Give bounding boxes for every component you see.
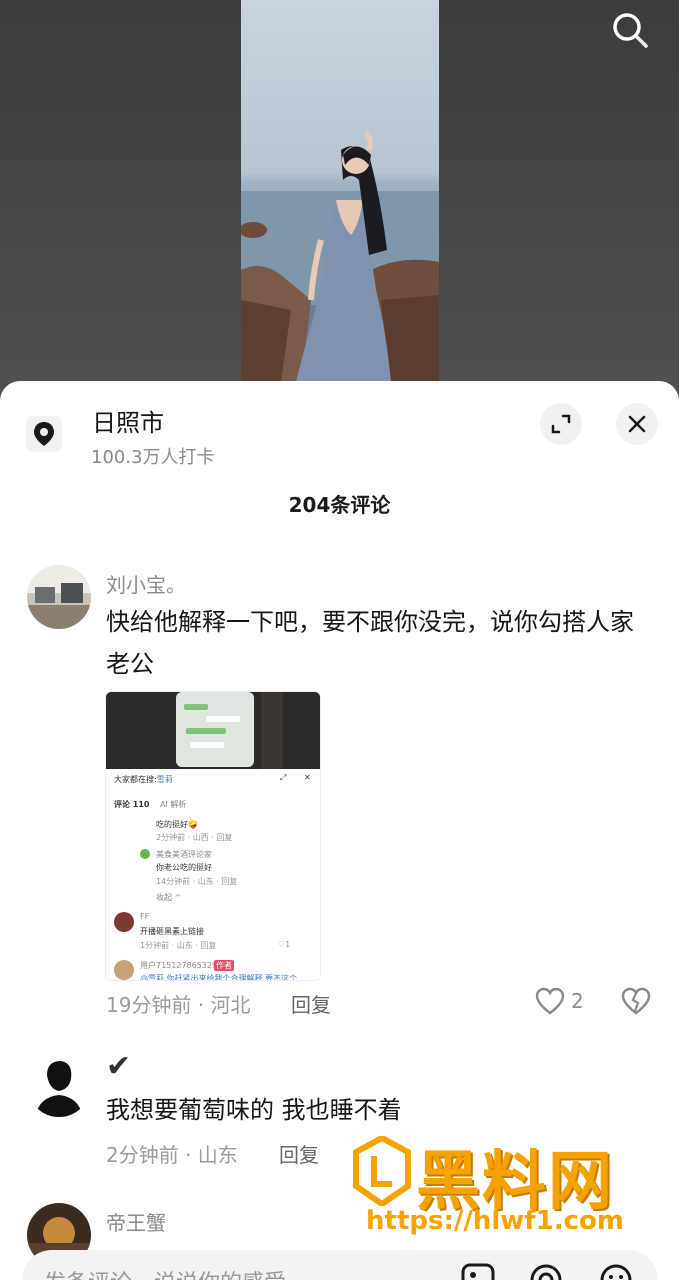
broken-heart-icon bbox=[621, 987, 651, 1015]
avatar[interactable] bbox=[27, 565, 91, 629]
reply-button[interactable]: 回复 bbox=[291, 989, 331, 1018]
thumb-like: ♡1 bbox=[278, 940, 291, 949]
thumb-avatar bbox=[140, 849, 150, 859]
expand-button[interactable] bbox=[540, 403, 582, 445]
comment-input-bar[interactable]: 发条评论，说说你的感受 bbox=[22, 1250, 658, 1280]
thumb-avatar bbox=[114, 912, 134, 932]
search-button[interactable] bbox=[606, 6, 654, 54]
location-name: 日照市 bbox=[92, 409, 164, 437]
thumb-search-prefix: 大家都在搜: bbox=[114, 775, 157, 784]
thumb-author-badge: 作者 bbox=[214, 960, 234, 971]
dislike-button[interactable] bbox=[621, 987, 651, 1015]
comment-meta: 19分钟前 · 河北 bbox=[106, 993, 251, 1017]
comment-text: 快给他解释一下吧，要不跟你没完，说你勾搭人家老公 bbox=[106, 608, 634, 678]
thumb-meta: 14分钟前 · 山东 · 回复 bbox=[156, 877, 238, 886]
thumb-user: 用户7151278653292 bbox=[140, 961, 223, 970]
watermark-url: https://hlwf1.com bbox=[366, 1206, 624, 1236]
thumb-close-icon: ✕ bbox=[304, 773, 311, 782]
mention-icon[interactable] bbox=[528, 1262, 564, 1280]
image-icon[interactable] bbox=[460, 1262, 496, 1280]
thumb-avatar bbox=[114, 960, 134, 980]
thumb-line: @雪莉 你赶紧出来给我个合理解释 要不这个 bbox=[140, 974, 298, 981]
thumbnail-comments: 大家都在搜:雪莉 ⤢ ✕ 评论 110 AI 解析 吃的挺好🤪 2分钟前 · 山… bbox=[106, 769, 320, 981]
location-checkins: 100.3万人打卡 bbox=[91, 447, 215, 468]
close-button[interactable] bbox=[616, 403, 658, 445]
thumb-user: 美食美酒评论家 bbox=[156, 850, 212, 859]
location-pin-icon bbox=[26, 416, 62, 452]
thumb-expand-icon: ⤢ bbox=[280, 773, 287, 782]
thumb-tab-ai: AI 解析 bbox=[160, 800, 187, 809]
thumb-line: 开播砸黑素上链接 bbox=[140, 927, 204, 936]
thumbnail-photo bbox=[106, 692, 320, 769]
thumb-line: 吃的挺好🤪 bbox=[156, 820, 198, 829]
comment-text: 我想要葡萄味的 我也睡不着 bbox=[106, 1096, 402, 1124]
comment-username[interactable]: ✔ bbox=[106, 1049, 131, 1084]
expand-icon bbox=[551, 414, 571, 434]
close-icon bbox=[628, 415, 646, 433]
thumb-line: 收起 ^ bbox=[156, 893, 182, 902]
thumb-meta: 1分钟前 · 山东 · 回复 bbox=[140, 941, 217, 950]
emoji-icon[interactable] bbox=[598, 1262, 634, 1280]
video-frame-image bbox=[241, 131, 439, 382]
comment-username[interactable]: 刘小宝。 bbox=[106, 569, 186, 598]
comment-meta: 2分钟前 · 山东 bbox=[106, 1143, 238, 1167]
heart-icon bbox=[535, 987, 565, 1015]
comment-count: 204条评论 bbox=[288, 493, 391, 517]
comment-image[interactable]: 大家都在搜:雪莉 ⤢ ✕ 评论 110 AI 解析 吃的挺好🤪 2分钟前 · 山… bbox=[105, 691, 321, 981]
watermark-logo-icon bbox=[352, 1134, 412, 1208]
thumb-search-term: 雪莉 bbox=[156, 775, 173, 784]
like-button[interactable]: 2 bbox=[535, 987, 584, 1015]
comment-input[interactable]: 发条评论，说说你的感受 bbox=[44, 1265, 286, 1280]
thumb-meta: 2分钟前 · 山西 · 回复 bbox=[156, 833, 233, 842]
thumb-line: 你老公吃的挺好 bbox=[156, 863, 212, 872]
like-count: 2 bbox=[571, 989, 584, 1013]
thumb-tab-comments: 评论 110 bbox=[114, 800, 150, 809]
watermark: 黑料网 https://hlwf1.com bbox=[352, 1134, 662, 1246]
video-player[interactable] bbox=[241, 0, 439, 382]
thumb-user: FF bbox=[140, 912, 150, 921]
avatar[interactable] bbox=[27, 1053, 91, 1117]
comment-username[interactable]: 帝王蟹 bbox=[106, 1207, 166, 1236]
reply-button[interactable]: 回复 bbox=[279, 1139, 319, 1168]
search-icon bbox=[613, 13, 648, 48]
